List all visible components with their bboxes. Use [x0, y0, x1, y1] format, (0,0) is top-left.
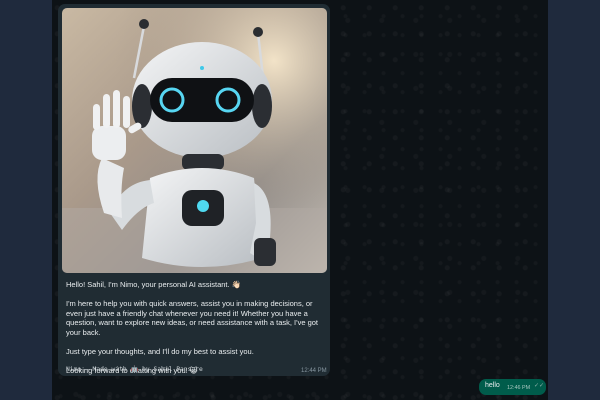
incoming-message-bubble[interactable]: Hello! Sahil, I'm Nimo, your personal AI… — [58, 4, 330, 376]
left-panel — [0, 0, 52, 400]
outgoing-message-text: hello — [485, 382, 500, 389]
right-panel — [548, 0, 600, 400]
chat-area[interactable]: Hello! Sahil, I'm Nimo, your personal AI… — [52, 0, 548, 400]
outgoing-timestamp: 12:46 PM — [507, 384, 531, 391]
robot-waving-image[interactable] — [62, 8, 327, 273]
signature-line: Nimo – Made with 🤖 by Sahil Pansare — [66, 366, 203, 373]
intro-paragraph: I'm here to help you with quick answers,… — [66, 299, 318, 337]
double-check-icon: ✓✓ — [534, 383, 545, 389]
instruction-line: Just type your thoughts, and I'll do my … — [66, 347, 254, 357]
greeting-line: Hello! Sahil, I'm Nimo, your personal AI… — [66, 280, 242, 289]
incoming-timestamp: 12:44 PM — [301, 368, 327, 374]
robot-illustration — [62, 8, 327, 273]
outgoing-message-bubble[interactable]: hello 12:46 PM ✓✓ — [479, 379, 546, 395]
